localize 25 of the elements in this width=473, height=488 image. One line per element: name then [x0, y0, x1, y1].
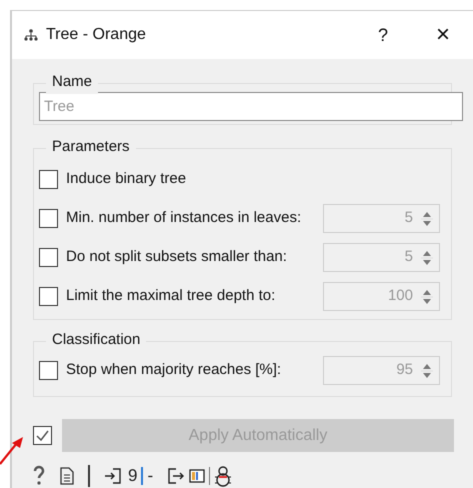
name-field[interactable]: Tree	[39, 92, 463, 121]
spin-value: 5	[404, 208, 414, 228]
tree-icon	[24, 29, 38, 41]
checkbox[interactable]	[39, 170, 58, 189]
annotation-arrow	[0, 437, 24, 465]
close-button[interactable]: ×	[423, 17, 463, 53]
option-label: Limit the maximal tree depth to:	[66, 286, 276, 306]
output-count: -	[147, 465, 154, 488]
bug-report-icon[interactable]	[214, 465, 232, 487]
input-count: 9	[128, 465, 138, 488]
data-preview-icon[interactable]	[189, 469, 206, 483]
option-label: Induce binary tree	[66, 169, 186, 190]
option-label: Do not split subsets smaller than:	[66, 247, 287, 268]
spin-value: 5	[404, 247, 414, 268]
check-icon	[36, 430, 49, 441]
option-label: Min. number of instances in leaves:	[66, 208, 302, 228]
input-icon	[104, 467, 122, 485]
option-label: Stop when majority reaches [%]:	[66, 360, 282, 380]
spin-value: 100	[386, 286, 414, 306]
output-icon	[167, 467, 186, 485]
window-title: Tree - Orange	[46, 25, 146, 45]
help-icon[interactable]	[32, 465, 46, 487]
help-button[interactable]: ?	[363, 22, 403, 48]
spin-value: 95	[395, 360, 414, 380]
document-icon[interactable]	[60, 467, 74, 485]
